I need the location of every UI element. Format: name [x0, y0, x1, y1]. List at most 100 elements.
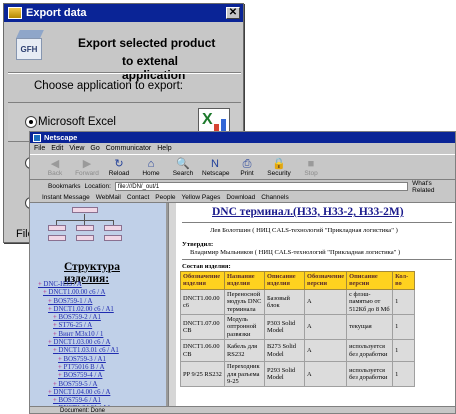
export-heading-line1: Export selected product: [78, 36, 216, 50]
table-cell: PP 9/25 RS232: [180, 361, 225, 388]
search-button[interactable]: 🔍 Search: [170, 158, 196, 179]
approved-heading: Утвердил:: [182, 241, 214, 248]
tree-item[interactable]: BOS759-2 / A1: [38, 314, 119, 322]
download-link[interactable]: Download: [226, 194, 255, 201]
divider: [8, 72, 241, 74]
menu-bar: File Edit View Go Communicator Help: [30, 143, 455, 154]
tree-item[interactable]: BOS759-1 / A: [38, 298, 119, 306]
tree-item[interactable]: Винт М3х10 / 1: [38, 331, 119, 339]
print-icon: ⎙: [242, 158, 252, 170]
home-icon: ⌂: [147, 158, 155, 170]
location-input[interactable]: file:///DN/_out/1: [114, 182, 409, 191]
table-cell: 1: [392, 339, 416, 363]
tree-item[interactable]: DNCT1.02.00 c6 / A1: [38, 306, 119, 314]
column-header: Описание версии: [346, 271, 394, 290]
netscape-button[interactable]: N Netscape: [202, 158, 229, 179]
table-row: DNCT1.06.00 CB Кабель для RS232 B273 Solid…: [180, 339, 416, 363]
column-header: Обозначение версии: [303, 271, 348, 290]
table-cell: Модуль оптронной развязки: [224, 314, 265, 341]
reload-icon: ↻: [114, 158, 124, 170]
yellow-pages-link[interactable]: Yellow Pages: [182, 194, 221, 201]
gfh-logo: GFH: [14, 30, 46, 66]
tree-item[interactable]: DNCT1.03.00 c6 / A: [38, 339, 119, 347]
tree-item[interactable]: BOS759-5 / A: [38, 381, 119, 389]
structure-frame: Структура изделия: DNC-H33 / ADNCT1.00.0…: [30, 203, 168, 406]
home-button[interactable]: ⌂ Home: [138, 158, 164, 179]
column-header: Кол-во: [392, 271, 416, 290]
netscape-logo-icon: N: [211, 158, 219, 170]
netscape-icon: [33, 133, 41, 142]
structure-scrollbar[interactable]: [168, 203, 176, 406]
people-link[interactable]: People: [155, 194, 175, 201]
export-dialog-titlebar[interactable]: Export data: [4, 4, 243, 22]
table-cell: Базовый блок: [264, 288, 305, 316]
column-header: Обозначение изделия: [180, 271, 225, 290]
column-header: Название изделия: [224, 271, 265, 290]
structure-diagram-icon: [48, 207, 122, 247]
tree-item[interactable]: BOS759-6 / A1: [38, 397, 119, 405]
radio-microsoft-excel[interactable]: [25, 116, 37, 128]
table-row: DNCT1.07.00 CB Модуль оптронной развязки P…: [180, 314, 416, 341]
menu-go[interactable]: Go: [90, 145, 99, 152]
parts-table: Обозначение изделия Название изделия Описа…: [180, 271, 416, 388]
tree-item[interactable]: DNCT1.00.00 c6 / A: [38, 289, 119, 297]
tree-item[interactable]: BOS759-3 / A1: [38, 356, 119, 364]
contact-link[interactable]: Contact: [127, 194, 149, 201]
tree-item[interactable]: DNCT1.04.00 c6 / A: [38, 389, 119, 397]
tree-item[interactable]: DNC-H33 / A: [38, 281, 119, 289]
status-bar: Document: Done: [30, 406, 455, 413]
document-author: Лев Болотшин ( НИЦ CALS-технологий "Прик…: [210, 227, 398, 234]
menu-view[interactable]: View: [69, 145, 84, 152]
table-cell: A: [303, 339, 348, 363]
option-label-excel: Microsoft Excel: [38, 116, 116, 128]
table-cell: DNCT1.00.00 c6: [180, 288, 225, 316]
reload-button[interactable]: ↻ Reload: [106, 158, 132, 179]
table-cell: A: [303, 361, 348, 388]
lock-icon: 🔒: [272, 158, 286, 170]
back-button[interactable]: ◀ Back: [42, 158, 68, 179]
table-cell: используется без доработки: [346, 361, 394, 388]
document-frame: DNC терминал.(H33, H33-2, H33-2M) Лев Бо…: [176, 203, 455, 406]
divider: [182, 222, 452, 223]
table-row: DNCT1.00.00 c6 Переносной модуль DNC терм…: [180, 288, 416, 316]
bookmarks-button[interactable]: Bookmarks: [48, 183, 81, 190]
netscape-window: Netscape File Edit View Go Communicator …: [29, 131, 456, 414]
stop-button[interactable]: ■ Stop: [298, 158, 324, 179]
webmail-link[interactable]: WebMail: [96, 194, 121, 201]
menu-communicator[interactable]: Communicator: [106, 145, 152, 152]
divider: [182, 259, 452, 260]
table-cell: 1: [392, 314, 416, 341]
search-icon: 🔍: [176, 158, 190, 170]
whats-related-button[interactable]: What's Related: [412, 180, 455, 194]
forward-button[interactable]: ▶ Forward: [74, 158, 100, 179]
table-heading: Состав изделия:: [182, 263, 231, 270]
tree-item[interactable]: ST76-25 / A: [38, 322, 119, 330]
table-cell: используется без доработки: [346, 339, 394, 363]
approved-by: Владимир Мыльников ( НИЦ CALS-технологий…: [190, 249, 401, 256]
export-dialog-title: Export data: [26, 7, 87, 19]
table-cell: с флэш-памятью от 512Кб до 8 Мб: [346, 288, 394, 316]
print-button[interactable]: ⎙ Print: [234, 158, 260, 179]
table-cell: B273 Solid Model: [264, 339, 305, 363]
structure-tree: DNC-H33 / ADNCT1.00.00 c6 / ABOS759-1 / …: [38, 281, 119, 406]
gfh-logo-text: GFH: [16, 38, 42, 60]
tree-item[interactable]: DNCT1.03.01 c6 / A1: [38, 347, 119, 355]
stop-icon: ■: [307, 158, 315, 170]
export-banner: GFH Export selected product to extenal a…: [12, 30, 238, 82]
menu-file[interactable]: File: [34, 145, 45, 152]
tree-item[interactable]: BOS759-4 / A: [38, 372, 119, 380]
table-cell: A: [303, 314, 348, 341]
location-label: Location:: [84, 183, 111, 190]
security-button[interactable]: 🔒 Security: [266, 158, 292, 179]
export-dialog-icon: [8, 7, 22, 19]
channels-link[interactable]: Channels: [261, 194, 288, 201]
navigation-toolbar: ◀ Back ▶ Forward ↻ Reload ⌂ Home 🔍 Search N Ne…: [30, 154, 455, 180]
menu-edit[interactable]: Edit: [51, 145, 63, 152]
menu-help[interactable]: Help: [157, 145, 171, 152]
close-button[interactable]: ✕: [226, 7, 240, 19]
browser-titlebar[interactable]: Netscape: [30, 132, 455, 143]
export-heading-line2: to extenal application: [122, 54, 186, 82]
instant-message-link[interactable]: Instant Message: [42, 194, 90, 201]
column-header: Описание изделия: [264, 271, 305, 290]
tree-item[interactable]: PT75016 B / A: [38, 364, 119, 372]
